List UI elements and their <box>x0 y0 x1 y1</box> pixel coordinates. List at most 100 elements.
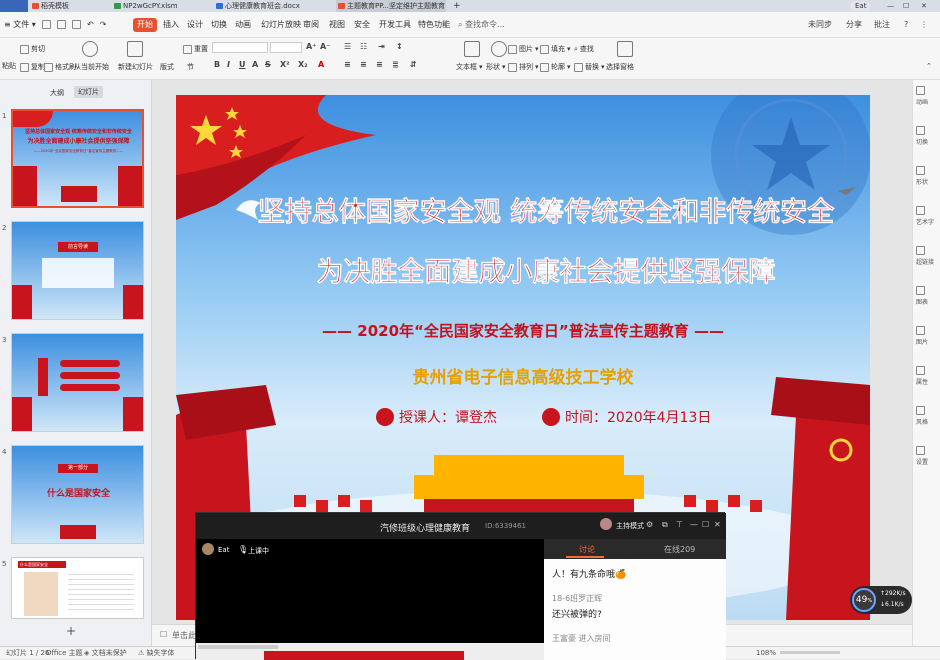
font-name-combo[interactable] <box>212 42 268 53</box>
align-left-icon[interactable]: ≡ <box>344 60 351 69</box>
zoom-slider[interactable] <box>780 651 840 654</box>
pin-icon[interactable]: ⊤ <box>676 520 683 529</box>
maximize-icon[interactable]: ☐ <box>702 520 709 529</box>
slide-thumb-4[interactable]: 第一部分 什么是国家安全 <box>11 445 144 544</box>
popout-icon[interactable]: ⧉ <box>662 520 668 530</box>
date-row[interactable]: 时间：2020年4月13日 <box>542 407 711 427</box>
slide-thumb-5[interactable]: 什么是国家安全 <box>11 557 144 619</box>
school-name[interactable]: 贵州省电子信息高级技工学校 <box>326 363 720 388</box>
tab-online[interactable]: 在线209 <box>664 544 695 555</box>
text-direction-icon[interactable]: ⇵ <box>410 60 417 69</box>
undo-icon[interactable]: ↶ <box>87 20 94 29</box>
align-right-icon[interactable]: ≡ <box>376 60 383 69</box>
slide-title-line-1[interactable]: 坚持总体国家安全观 统筹传统安全和非传统安全 <box>256 195 836 231</box>
maximize-button[interactable]: ☐ <box>900 0 914 12</box>
menu-review[interactable]: 审阅 <box>303 18 319 32</box>
menu-view[interactable]: 视图 <box>329 18 345 32</box>
italic-button[interactable]: I <box>227 60 230 69</box>
slide-title-line-2[interactable]: 为决胜全面建成小康社会提供坚强保障 <box>256 255 836 291</box>
righttb-properties[interactable]: 属性 <box>916 366 940 386</box>
indent-icon[interactable]: ⇥ <box>378 42 385 51</box>
home-tab[interactable] <box>0 0 28 12</box>
menu-insert[interactable]: 插入 <box>163 18 179 32</box>
copy-button[interactable]: 复制 <box>20 62 45 72</box>
numbering-icon[interactable]: ☷ <box>360 42 367 51</box>
zoom-level[interactable]: 108% <box>756 648 776 659</box>
menu-security[interactable]: 安全 <box>354 18 370 32</box>
outline-button[interactable]: 轮廓 ▾ <box>540 62 571 72</box>
more-icon[interactable]: ⋮ <box>920 18 928 32</box>
line-spacing-icon[interactable]: ↕ <box>396 42 403 51</box>
minimize-button[interactable]: — <box>884 0 898 12</box>
menu-file[interactable]: ≡ 文件 ▾ <box>4 18 36 32</box>
user-button[interactable]: Eat <box>850 1 872 11</box>
new-slide-icon[interactable] <box>127 41 143 57</box>
slide-thumb-1[interactable]: 坚持总体国家安全观 统筹传统安全和非传统安全 为决胜全面建成小康社会提供坚强保障… <box>11 109 144 208</box>
find-button[interactable]: ⌕ 查找 <box>574 44 594 54</box>
collapse-ribbon-icon[interactable]: ⌃ <box>926 62 932 70</box>
play-icon[interactable] <box>82 41 98 57</box>
paste-button[interactable]: 粘贴 <box>2 61 16 71</box>
superscript-button[interactable]: X² <box>280 60 290 69</box>
slide-thumb-3[interactable] <box>11 333 144 432</box>
comment-button[interactable]: 批注 <box>874 18 890 32</box>
redo-icon[interactable]: ↷ <box>100 20 107 29</box>
tab-docx[interactable]: 心理健康教育班会.docx <box>214 0 334 12</box>
menu-design[interactable]: 设计 <box>187 18 203 32</box>
menu-animation[interactable]: 动画 <box>235 18 251 32</box>
font-color-button[interactable]: A <box>318 60 324 69</box>
font-grow-icon[interactable]: A⁺ <box>306 42 316 51</box>
host-mode-button[interactable]: 主持模式 <box>616 521 644 531</box>
textbox-button[interactable]: 文本框 ▾ <box>456 62 483 72</box>
close-icon[interactable]: ✕ <box>714 520 721 529</box>
lecturer-row[interactable]: 授课人：谭登杰 <box>376 407 497 427</box>
settings-icon[interactable]: ⚙ <box>646 520 653 529</box>
bullets-icon[interactable]: ☰ <box>344 42 351 51</box>
align-center-icon[interactable]: ≡ <box>360 60 367 69</box>
righttb-transition[interactable]: 切换 <box>916 126 940 146</box>
menu-slideshow[interactable]: 幻灯片放映 <box>261 18 301 32</box>
righttb-wordart[interactable]: 艺术字 <box>916 206 940 226</box>
print-icon[interactable] <box>57 20 66 29</box>
meeting-window[interactable]: 汽修班级心理健康教育 ID:6339461 主持模式 ⚙ ⧉ ⊤ — ☐ ✕ E… <box>195 512 726 660</box>
justify-icon[interactable]: ≣ <box>392 60 399 69</box>
menu-features[interactable]: 特色功能 <box>418 18 450 32</box>
tab-docer[interactable]: 稻壳模板 <box>30 0 110 12</box>
sync-button[interactable]: 未同步 <box>808 18 832 32</box>
subscript-button[interactable]: X₂ <box>298 60 308 69</box>
cut-button[interactable]: 剪切 <box>20 44 45 54</box>
slide-thumb-2[interactable]: 前言导读 <box>11 221 144 320</box>
tab-outline[interactable]: 大纲 <box>50 88 64 98</box>
underline-button[interactable]: U <box>239 60 246 69</box>
reset-button[interactable]: 重置 <box>183 44 208 54</box>
menu-transition[interactable]: 切换 <box>211 18 227 32</box>
tab-slides[interactable]: 幻灯片 <box>74 86 103 98</box>
arrange-button[interactable]: 排列 ▾ <box>508 62 539 72</box>
tab-discussion[interactable]: 讨论 <box>579 544 595 555</box>
menu-start[interactable]: 开始 <box>133 18 157 32</box>
search-command[interactable]: ⌕ 查找命令... <box>458 18 505 32</box>
righttb-picture[interactable]: 图片 <box>916 326 940 346</box>
network-monitor-widget[interactable]: 49% ↑292K/s ↓6.1K/s <box>850 586 912 614</box>
righttb-animation[interactable]: 动画 <box>916 86 940 106</box>
shape-icon[interactable] <box>491 41 507 57</box>
righttb-shape[interactable]: 形状 <box>916 166 940 186</box>
format-painter-button[interactable]: 格式刷 <box>44 62 76 72</box>
layout-button[interactable]: 版式 <box>160 62 174 72</box>
textbox-icon[interactable] <box>464 41 480 57</box>
righttb-chart[interactable]: 图表 <box>916 286 940 306</box>
slide-subtitle[interactable]: —— 2020年“全民国家安全教育日”普法宣传主题教育 —— <box>236 320 810 341</box>
selection-pane-icon[interactable] <box>617 41 633 57</box>
menu-developer[interactable]: 开发工具 <box>379 18 411 32</box>
replace-button[interactable]: 替换 ▾ <box>574 62 605 72</box>
missing-font-button[interactable]: ⚠ 缺失字体 <box>138 648 175 659</box>
picture-button[interactable]: 图片 ▾ <box>508 44 539 54</box>
tab-pptx[interactable]: 主题教育PP...坚定维护主题教育 <box>336 0 446 12</box>
minimize-icon[interactable]: — <box>690 520 698 529</box>
protection-status[interactable]: ◈ 文档未保护 <box>84 648 127 659</box>
selection-pane-button[interactable]: 选择窗格 <box>606 62 634 72</box>
font-size-combo[interactable] <box>270 42 302 53</box>
text-effect-button[interactable]: A <box>252 60 258 69</box>
preview-icon[interactable] <box>72 20 81 29</box>
close-button[interactable]: ✕ <box>918 0 934 12</box>
